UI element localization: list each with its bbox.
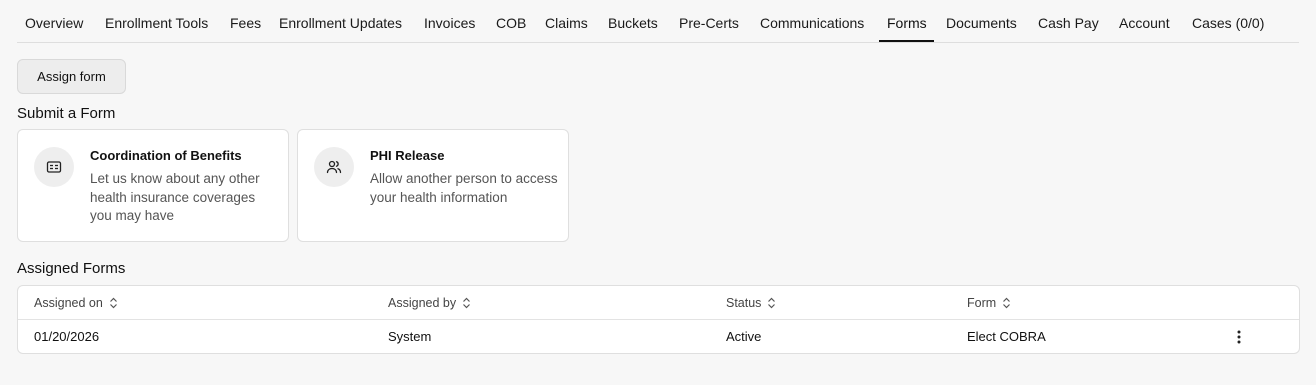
sort-icon <box>1003 297 1011 309</box>
sort-icon <box>768 297 776 309</box>
column-header-assigned-by[interactable]: Assigned by <box>388 296 471 310</box>
tab-pre-certs[interactable]: Pre-Certs <box>679 15 739 31</box>
cell-status: Active <box>726 329 762 344</box>
column-header-form[interactable]: Form <box>967 296 1011 310</box>
tab-invoices[interactable]: Invoices <box>424 15 475 31</box>
tab-cases[interactable]: Cases (0/0) <box>1192 15 1264 31</box>
tab-enrollment-tools[interactable]: Enrollment Tools <box>105 15 208 31</box>
assign-form-button[interactable]: Assign form <box>17 59 126 94</box>
tab-overview[interactable]: Overview <box>25 15 83 31</box>
tab-bar: Overview Enrollment Tools Fees Enrollmen… <box>17 0 1299 43</box>
column-header-assigned-on[interactable]: Assigned on <box>34 296 118 310</box>
cell-assigned-on: 01/20/2026 <box>34 329 100 344</box>
id-card-icon <box>34 147 74 187</box>
cell-assigned-by: System <box>388 329 432 344</box>
column-header-status[interactable]: Status <box>726 296 776 310</box>
tab-buckets[interactable]: Buckets <box>608 15 658 31</box>
form-card-phi-release[interactable]: PHI Release Allow another person to acce… <box>297 129 569 242</box>
card-description: Allow another person to access your heal… <box>370 171 558 205</box>
tab-fees[interactable]: Fees <box>230 15 261 31</box>
active-tab-indicator <box>879 40 934 42</box>
card-description: Let us know about any other health insur… <box>90 171 260 223</box>
card-title: Coordination of Benefits <box>90 148 242 163</box>
tab-cob[interactable]: COB <box>496 15 526 31</box>
assigned-forms-table: Assigned on Assigned by Status Form 01/2… <box>17 285 1300 354</box>
sort-icon <box>463 297 471 309</box>
tab-claims[interactable]: Claims <box>545 15 588 31</box>
tab-documents[interactable]: Documents <box>946 15 1017 31</box>
cell-form: Elect COBRA <box>967 329 1046 344</box>
tab-forms[interactable]: Forms <box>887 15 927 31</box>
tab-account[interactable]: Account <box>1119 15 1170 31</box>
more-vertical-icon[interactable] <box>1231 328 1247 346</box>
tab-enrollment-updates[interactable]: Enrollment Updates <box>279 15 402 31</box>
users-icon <box>314 147 354 187</box>
tab-cash-pay[interactable]: Cash Pay <box>1038 15 1099 31</box>
tab-communications[interactable]: Communications <box>760 15 864 31</box>
submit-form-heading: Submit a Form <box>17 105 116 122</box>
assigned-forms-heading: Assigned Forms <box>17 260 126 277</box>
form-card-coordination-of-benefits[interactable]: Coordination of Benefits Let us know abo… <box>17 129 289 242</box>
sort-icon <box>109 297 117 309</box>
card-title: PHI Release <box>370 148 445 163</box>
header-divider <box>18 319 1299 320</box>
